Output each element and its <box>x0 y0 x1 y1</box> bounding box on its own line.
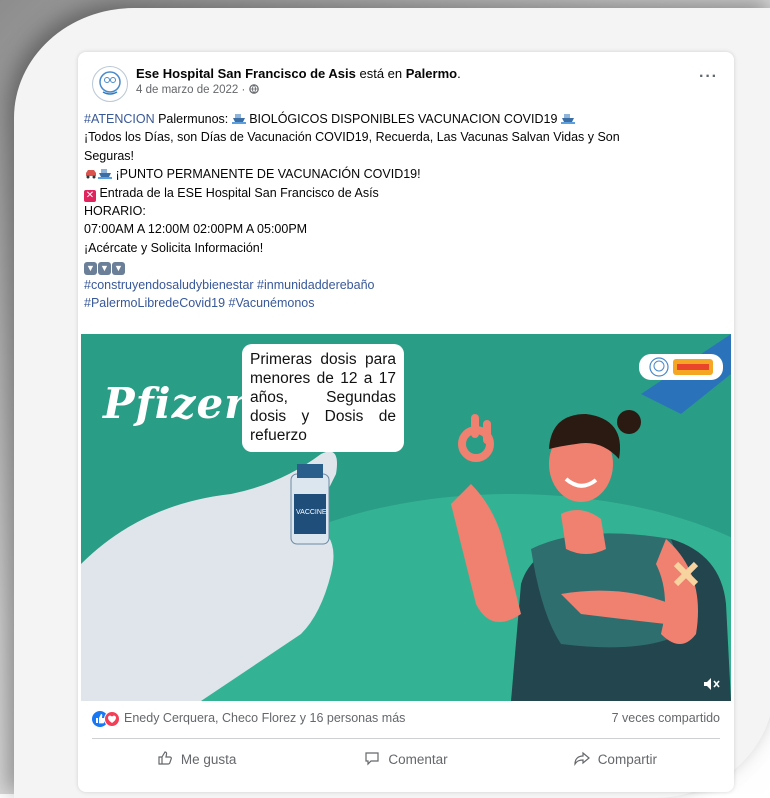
globe-icon <box>248 84 259 96</box>
post-meta: 4 de marzo de 2022 · <box>136 84 259 96</box>
share-arrow-icon <box>574 750 590 769</box>
text-line-4: ¡PUNTO PERMANENTE DE VACUNACIÓN COVID19! <box>84 165 740 183</box>
post-card: Ese Hospital San Francisco de Asis está … <box>78 52 734 792</box>
ship-emoji-icon <box>231 111 246 124</box>
action-bar: Me gusta Comentar Compartir <box>92 742 720 776</box>
post-text: #ATENCION Palermunos: BIOLÓGICOS DISPONI… <box>78 110 746 312</box>
divider <box>92 738 720 739</box>
ship-emoji-icon <box>560 111 575 124</box>
reactions-row: Enedy Cerquera, Checo Florez y 16 person… <box>92 709 720 731</box>
text-span: Entrada de la ESE Hospital San Francisco… <box>96 185 379 200</box>
text-line-1: #ATENCION Palermunos: BIOLÓGICOS DISPONI… <box>84 110 740 128</box>
hashtags-line-1[interactable]: #construyendosaludybienestar #inmunidadd… <box>84 276 740 294</box>
location-suffix: . <box>457 66 461 81</box>
comment-icon <box>364 750 380 769</box>
text-span: ¡PUNTO PERMANENTE DE VACUNACIÓN COVID19! <box>112 167 421 182</box>
text-line-8: ¡Acércate y Solicita Información! <box>84 240 264 255</box>
text-line-7: 07:00AM A 12:00M 02:00PM A 05:00PM <box>84 222 308 237</box>
page-avatar[interactable] <box>92 66 128 102</box>
text-line-5: ✕ Entrada de la ESE Hospital San Francis… <box>84 184 740 202</box>
post-image[interactable]: VACCINE Pfizer Primeras dosis para menor… <box>81 334 731 701</box>
share-label: Compartir <box>597 751 657 767</box>
speech-bubble: Primeras dosis para menores de 12 a 17 a… <box>242 344 404 452</box>
down-arrow-icon: ▼ <box>112 262 125 276</box>
car-emoji-icon <box>84 166 98 179</box>
vial-label: VACCINE <box>296 509 327 516</box>
comment-button[interactable]: Comentar <box>301 742 510 776</box>
comment-label: Comentar <box>388 751 448 767</box>
more-options-button[interactable]: ··· <box>699 68 718 86</box>
text-span: BIOLÓGICOS DISPONIBLES VACUNACION COVID1… <box>245 112 561 126</box>
reaction-names[interactable]: Enedy Cerquera, Checo Florez y 16 person… <box>124 711 405 725</box>
text-line-3: Seguras! <box>84 148 135 163</box>
author-line: Ese Hospital San Francisco de Asis está … <box>136 66 461 81</box>
thumbs-up-icon <box>157 750 173 769</box>
hashtag-atencion[interactable]: #ATENCION <box>84 112 155 126</box>
location-link[interactable]: Palermo <box>406 66 457 81</box>
post-header: Ese Hospital San Francisco de Asis está … <box>92 62 720 102</box>
cross-mark-icon: ✕ <box>84 189 96 202</box>
ship-emoji-icon <box>98 166 112 180</box>
share-count[interactable]: 7 veces compartido <box>612 711 720 725</box>
mute-icon[interactable] <box>703 677 721 691</box>
author-name[interactable]: Ese Hospital San Francisco de Asis <box>136 66 356 81</box>
text-line-9: ▼ ▼ ▼ <box>84 257 740 276</box>
love-reaction-icon <box>104 711 120 727</box>
down-arrow-icon: ▼ <box>98 262 111 276</box>
text-span: Palermunos: <box>154 112 232 126</box>
reaction-icons[interactable] <box>92 711 124 727</box>
like-button[interactable]: Me gusta <box>92 742 301 776</box>
like-label: Me gusta <box>180 751 237 767</box>
share-button[interactable]: Compartir <box>511 742 720 776</box>
post-date[interactable]: 4 de marzo de 2022 · <box>136 84 249 96</box>
hospital-logo <box>639 354 723 380</box>
down-arrow-icon: ▼ <box>84 262 97 276</box>
author-verb: está en <box>355 66 406 81</box>
pfizer-logo: Pfizer <box>103 379 248 428</box>
text-line-2: ¡Todos los Días, son Días de Vacunación … <box>84 130 620 145</box>
hashtags-line-2[interactable]: #PalermoLibredeCovid19 #Vacunémonos <box>84 294 740 312</box>
text-line-6: HORARIO: <box>84 204 146 219</box>
